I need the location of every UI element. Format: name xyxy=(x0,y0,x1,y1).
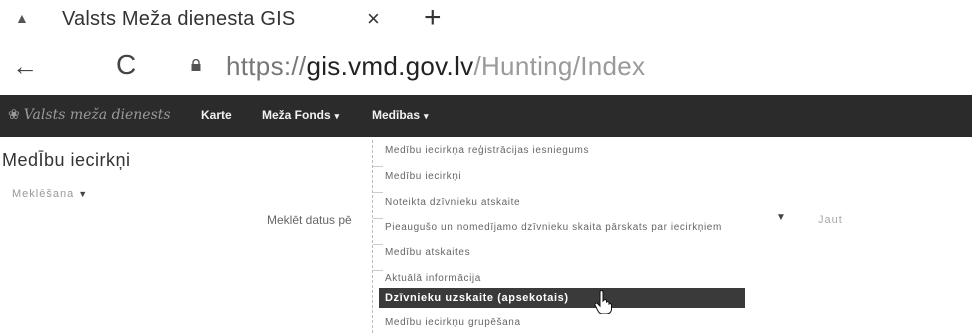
menu-item[interactable]: Noteikta dzīvnieku atskaite xyxy=(385,197,520,208)
menu-item[interactable]: Medību atskaites xyxy=(385,247,470,258)
medibas-dropdown-menu: Medību iecirkņa reģistrācijas iesniegums… xyxy=(372,140,751,333)
search-button-label[interactable]: Jaut xyxy=(818,214,843,226)
menu-divider xyxy=(373,270,383,271)
menu-item-active[interactable]: Dzīvnieku uzskaite (apsekotais) xyxy=(379,288,745,308)
lock-icon[interactable] xyxy=(190,59,202,71)
hand-cursor-icon xyxy=(594,290,612,314)
nav-medibas[interactable]: Medības ▾ xyxy=(372,108,429,122)
search-toggle[interactable]: Meklēšana ▼ xyxy=(12,188,88,200)
reload-icon[interactable]: C xyxy=(116,49,136,81)
nav-karte[interactable]: Karte xyxy=(201,108,232,122)
url-field[interactable]: https://gis.vmd.gov.lv/Hunting/Index xyxy=(226,51,645,82)
search-label: Meklēt datus pē xyxy=(267,213,352,227)
leaf-icon: ❀ xyxy=(8,107,20,123)
brand-logo[interactable]: ❀ Valsts meža dienests xyxy=(8,107,171,123)
chevron-down-icon: ▾ xyxy=(424,111,429,121)
menu-item[interactable]: Medību iecirkņu grupēšana xyxy=(385,317,521,328)
nav-meza-fonds[interactable]: Meža Fonds ▾ xyxy=(262,108,339,122)
site-navbar: ❀ Valsts meža dienests Karte Meža Fonds ▾ … xyxy=(0,95,972,137)
new-tab-icon[interactable]: + xyxy=(424,1,442,35)
close-tab-icon[interactable]: × xyxy=(367,6,380,32)
menu-divider xyxy=(373,166,383,167)
tab-title[interactable]: Valsts Meža dienesta GIS xyxy=(62,8,295,31)
select-chevron-icon[interactable]: ▼ xyxy=(776,212,786,223)
browser-tab-bar: ▲ Valsts Meža dienesta GIS × + xyxy=(0,0,972,40)
page-title: MedĪbu iecirkņi xyxy=(2,150,131,170)
chevron-down-icon: ▼ xyxy=(78,189,89,199)
menu-item[interactable]: Medību iecirkņa reģistrācijas iesniegums xyxy=(385,145,589,156)
chevron-down-icon: ▾ xyxy=(334,111,340,121)
leaf-icon: ▲ xyxy=(15,10,29,26)
menu-item[interactable]: Pieaugušo un nomedījamo dzīvnieku skaita… xyxy=(385,222,722,233)
menu-divider xyxy=(373,244,383,245)
menu-item[interactable]: Medību iecirkņi xyxy=(385,171,461,182)
menu-divider xyxy=(373,218,383,219)
browser-address-bar: ← C https://gis.vmd.gov.lv/Hunting/Index xyxy=(0,45,972,89)
back-arrow-icon[interactable]: ← xyxy=(12,51,38,82)
menu-divider xyxy=(373,192,383,193)
menu-item[interactable]: Aktuālā informācija xyxy=(385,273,481,284)
